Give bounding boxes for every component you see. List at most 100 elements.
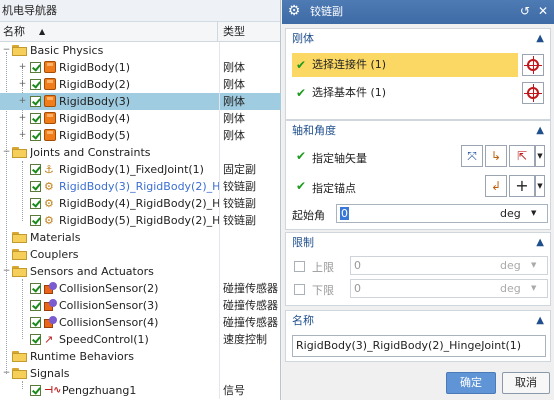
checkbox-checked[interactable] <box>30 215 41 226</box>
tree-row-rigidbody-5[interactable]: + RigidBody(5) 刚体 <box>0 127 280 144</box>
tree-row-collision-sensor-4[interactable]: CollisionSensor(4) 碰撞传感器 <box>0 314 280 331</box>
row-type: 刚体 <box>219 93 281 110</box>
tree-row-sensors-and-actuators[interactable]: − Sensors and Actuators <box>0 263 280 280</box>
cancel-button[interactable]: 取消 <box>502 372 550 394</box>
chevron-down-icon[interactable]: ▼ <box>535 145 545 167</box>
tree-row-materials[interactable]: Materials <box>0 229 280 246</box>
collapse-icon[interactable]: − <box>2 46 11 55</box>
row-label: CollisionSensor(2) <box>59 282 159 295</box>
folder-icon <box>12 266 27 277</box>
tree-row-fixed-joint-1[interactable]: ⚓ RigidBody(1)_FixedJoint(1) 固定副 <box>0 161 280 178</box>
row-label: Runtime Behaviors <box>30 350 135 363</box>
name-section: 名称 ▲ RigidBody(3)_RigidBody(2)_HingeJoin… <box>285 310 551 362</box>
collapse-icon[interactable]: − <box>2 148 11 157</box>
row-type: 刚体 <box>219 59 281 76</box>
column-name-label: 名称 <box>3 25 25 38</box>
section-header[interactable]: 名称 ▲ <box>286 311 550 331</box>
collision-sensor-icon <box>44 282 58 295</box>
collision-sensor-icon <box>44 299 58 312</box>
vector-dialog-button[interactable]: ↳ <box>485 145 507 167</box>
checkbox-checked[interactable] <box>30 317 41 328</box>
lower-limit-checkbox[interactable] <box>294 284 305 295</box>
section-title: 限制 <box>292 236 314 249</box>
tree-row-pengzhuang1[interactable]: ⊣∿ Pengzhuang1 信号 <box>0 382 280 399</box>
checkbox-checked[interactable] <box>30 62 41 73</box>
section-header[interactable]: 刚体 ▲ <box>286 29 550 49</box>
select-base-part-row[interactable]: ✔ 选择基本件 (1) <box>292 81 518 105</box>
rigid-body-icon <box>44 61 56 73</box>
limit-section: 限制 ▲ 上限 0 deg ▼ 下限 0 deg ▼ <box>285 232 551 306</box>
chevron-up-icon[interactable]: ▲ <box>536 29 544 49</box>
expand-icon[interactable]: + <box>18 131 27 140</box>
tree-row-rigidbody-2[interactable]: + RigidBody(2) 刚体 <box>0 76 280 93</box>
column-header-type[interactable]: 类型 <box>218 22 245 41</box>
collapse-icon[interactable]: − <box>2 369 11 378</box>
physics-navigator: 机电导航器 名称 ▲ 类型 − Basic Physics + RigidBod… <box>0 0 281 400</box>
check-icon: ✔ <box>296 179 307 193</box>
tree-row-collision-sensor-3[interactable]: CollisionSensor(3) 碰撞传感器 <box>0 297 280 314</box>
tree-row-rigidbody-3[interactable]: + RigidBody(3) 刚体 <box>0 93 281 110</box>
close-icon[interactable]: ✕ <box>536 3 550 19</box>
inferred-point-button[interactable]: + <box>509 175 535 197</box>
checkbox-checked[interactable] <box>30 334 41 345</box>
check-icon: ✔ <box>296 149 307 163</box>
expand-icon[interactable]: + <box>18 97 27 106</box>
lower-limit-label: 下限 <box>312 284 334 297</box>
row-type: 碰撞传感器 <box>219 297 281 314</box>
inferred-vector-button[interactable]: ⇱ <box>509 145 535 167</box>
column-header-name[interactable]: 名称 ▲ <box>0 22 218 41</box>
upper-limit-checkbox[interactable] <box>294 261 305 272</box>
tree-row-signals[interactable]: − Signals <box>0 365 280 382</box>
tree-row-hinge-joint-3-2[interactable]: ⚙ RigidBody(3)_RigidBody(2)_Hi... 铰链副 <box>0 178 280 195</box>
section-header[interactable]: 轴和角度 ▲ <box>286 121 550 141</box>
row-type: 速度控制 <box>219 331 281 348</box>
checkbox-checked[interactable] <box>30 300 41 311</box>
tree-row-speed-control-1[interactable]: ↗ SpeedControl(1) 速度控制 <box>0 331 280 348</box>
checkbox-checked[interactable] <box>30 96 41 107</box>
checkbox-checked[interactable] <box>30 198 41 209</box>
expand-icon[interactable]: + <box>18 63 27 72</box>
chevron-down-icon[interactable]: ▼ <box>535 175 545 197</box>
reverse-direction-button[interactable]: ⤧ <box>461 145 483 167</box>
folder-icon <box>12 45 27 56</box>
gear-icon[interactable]: ⚙ <box>286 3 302 19</box>
chevron-up-icon[interactable]: ▲ <box>536 121 544 141</box>
select-object-button[interactable] <box>522 82 544 104</box>
tree-row-rigidbody-4[interactable]: + RigidBody(4) 刚体 <box>0 110 280 127</box>
tree-row-rigidbody-1[interactable]: + RigidBody(1) 刚体 <box>0 59 280 76</box>
expand-icon[interactable]: + <box>18 114 27 123</box>
checkbox-checked[interactable] <box>30 130 41 141</box>
tree-row-collision-sensor-2[interactable]: CollisionSensor(2) 碰撞传感器 <box>0 280 280 297</box>
chevron-up-icon[interactable]: ▲ <box>536 311 544 331</box>
sort-ascending-icon: ▲ <box>39 27 46 36</box>
start-angle-unit[interactable]: deg <box>500 204 521 223</box>
joint-name-input[interactable]: RigidBody(3)_RigidBody(2)_HingeJoint(1) <box>292 335 546 357</box>
expand-icon[interactable]: + <box>18 80 27 89</box>
tree-row-runtime-behaviors[interactable]: Runtime Behaviors <box>0 348 280 365</box>
tree-row-hinge-joint-4-2[interactable]: ⚙ RigidBody(4)_RigidBody(2)_Hi... 铰链副 <box>0 195 280 212</box>
select-connect-part-row[interactable]: ✔ 选择连接件 (1) <box>292 53 518 77</box>
chevron-up-icon[interactable]: ▲ <box>536 233 544 253</box>
checkbox-checked[interactable] <box>30 181 41 192</box>
anchor-point-label: 指定锚点 <box>312 182 356 195</box>
point-dialog-button[interactable]: ↲ <box>485 175 507 197</box>
select-object-button[interactable] <box>522 54 544 76</box>
tree-row-hinge-joint-5-2[interactable]: ⚙ RigidBody(5)_RigidBody(2)_Hi... 铰链副 <box>0 212 280 229</box>
checkbox-checked[interactable] <box>30 113 41 124</box>
row-label: RigidBody(1)_FixedJoint(1) <box>59 163 204 176</box>
checkbox-checked[interactable] <box>30 385 41 396</box>
folder-icon <box>12 368 27 379</box>
tree-row-couplers[interactable]: Couplers <box>0 246 280 263</box>
checkbox-checked[interactable] <box>30 79 41 90</box>
section-header[interactable]: 限制 ▲ <box>286 233 550 253</box>
ok-button[interactable]: 确定 <box>446 372 496 394</box>
checkbox-checked[interactable] <box>30 283 41 294</box>
row-label: RigidBody(5)_RigidBody(2)_Hi... <box>59 214 219 227</box>
reset-icon[interactable]: ↺ <box>518 3 532 19</box>
chevron-down-icon[interactable]: ▼ <box>531 204 536 223</box>
collapse-icon[interactable]: − <box>2 267 11 276</box>
row-type: 碰撞传感器 <box>219 280 281 297</box>
tree-row-basic-physics[interactable]: − Basic Physics <box>0 42 280 59</box>
tree-row-joints-and-constraints[interactable]: − Joints and Constraints <box>0 144 280 161</box>
checkbox-checked[interactable] <box>30 164 41 175</box>
